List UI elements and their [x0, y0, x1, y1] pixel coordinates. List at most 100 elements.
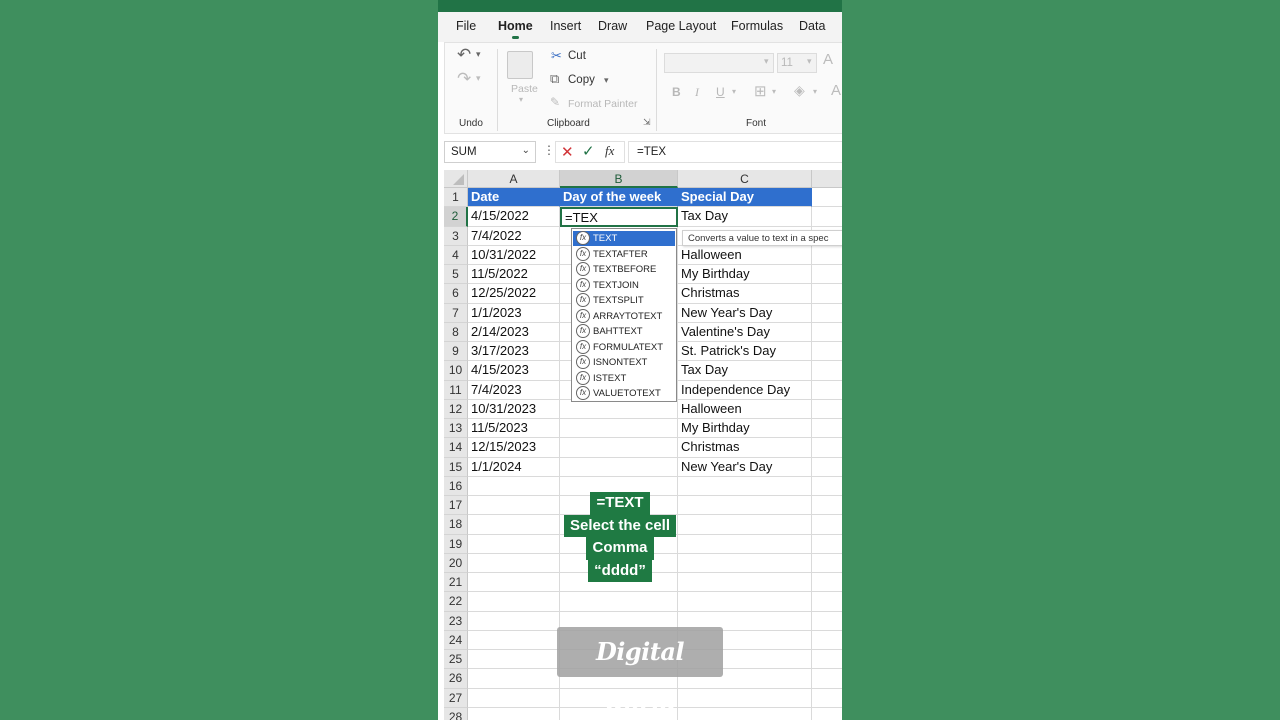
- autocomplete-item[interactable]: fx TEXTJOIN: [573, 277, 675, 293]
- column-header-a[interactable]: A: [468, 170, 560, 188]
- empty-cell[interactable]: [812, 361, 842, 381]
- row-header[interactable]: 8: [444, 322, 468, 342]
- empty-cell[interactable]: [812, 612, 842, 631]
- empty-cell[interactable]: [468, 476, 560, 496]
- format-painter-button[interactable]: Format Painter: [568, 98, 637, 110]
- row-header[interactable]: 6: [444, 284, 468, 304]
- empty-cell[interactable]: [812, 207, 842, 227]
- table-cell[interactable]: Christmas: [678, 438, 812, 458]
- empty-cell[interactable]: [468, 630, 560, 650]
- column-header-b[interactable]: B: [560, 170, 678, 188]
- font-color-icon[interactable]: A: [831, 82, 841, 99]
- table-cell[interactable]: Christmas: [678, 284, 812, 304]
- table-cell[interactable]: 10/31/2023: [468, 399, 560, 419]
- format-painter-icon[interactable]: ✎: [550, 95, 560, 109]
- empty-cell[interactable]: [812, 304, 842, 323]
- font-name-box[interactable]: [664, 53, 774, 73]
- redo-icon[interactable]: ↷: [457, 69, 471, 89]
- tab-data[interactable]: Data: [799, 19, 825, 33]
- empty-cell[interactable]: [812, 496, 842, 516]
- empty-cell[interactable]: [812, 592, 842, 612]
- row-header[interactable]: 1: [444, 188, 468, 208]
- row-header[interactable]: 21: [444, 573, 468, 593]
- row-header[interactable]: 23: [444, 611, 468, 631]
- row-header[interactable]: 28: [444, 707, 468, 720]
- empty-cell[interactable]: [812, 246, 842, 265]
- table-cell[interactable]: 1/1/2023: [468, 303, 560, 323]
- row-header[interactable]: 10: [444, 361, 468, 381]
- table-cell[interactable]: 12/15/2023: [468, 438, 560, 458]
- tab-draw[interactable]: Draw: [598, 19, 627, 33]
- tab-file[interactable]: File: [456, 19, 476, 33]
- empty-cell[interactable]: [468, 534, 560, 554]
- empty-cell[interactable]: [812, 669, 842, 689]
- cancel-icon[interactable]: ✕: [561, 143, 574, 161]
- header-cell[interactable]: Day of the week: [560, 188, 678, 208]
- autocomplete-item[interactable]: fx ISTEXT: [573, 370, 675, 386]
- cut-icon[interactable]: ✂: [551, 48, 562, 64]
- row-header[interactable]: 19: [444, 534, 468, 554]
- row-header[interactable]: 4: [444, 245, 468, 265]
- table-cell[interactable]: [560, 438, 678, 458]
- tab-insert[interactable]: Insert: [550, 19, 581, 33]
- table-cell[interactable]: 7/4/2022: [468, 226, 560, 246]
- header-cell[interactable]: Date: [468, 188, 560, 208]
- empty-cell[interactable]: [678, 476, 812, 496]
- row-header[interactable]: 15: [444, 457, 468, 477]
- italic-button[interactable]: I: [695, 85, 699, 100]
- empty-cell[interactable]: [468, 592, 560, 612]
- empty-cell[interactable]: [678, 534, 812, 554]
- autocomplete-item[interactable]: fx TEXTAFTER: [573, 246, 675, 262]
- undo-icon[interactable]: ↶: [457, 45, 471, 65]
- empty-cell[interactable]: [678, 688, 812, 708]
- autocomplete-item[interactable]: fx ISNONTEXT: [573, 355, 675, 370]
- redo-dropdown-icon[interactable]: ▾: [476, 73, 481, 84]
- table-cell[interactable]: Valentine's Day: [678, 322, 812, 342]
- empty-cell[interactable]: [812, 554, 842, 573]
- undo-dropdown-icon[interactable]: ▾: [476, 49, 481, 60]
- empty-cell[interactable]: [678, 496, 812, 516]
- table-cell[interactable]: [560, 399, 678, 419]
- row-header[interactable]: 17: [444, 496, 468, 516]
- empty-cell[interactable]: [812, 284, 842, 304]
- row-header[interactable]: 9: [444, 342, 468, 362]
- empty-cell[interactable]: [678, 592, 812, 612]
- row-header[interactable]: 13: [444, 419, 468, 439]
- empty-cell[interactable]: [812, 419, 842, 439]
- table-cell[interactable]: [560, 457, 678, 477]
- underline-dropdown-icon[interactable]: ▾: [732, 87, 736, 96]
- autocomplete-item[interactable]: fx VALUETOTEXT: [573, 386, 675, 401]
- row-header[interactable]: 3: [444, 226, 468, 246]
- autocomplete-item[interactable]: fx BAHTTEXT: [573, 324, 675, 339]
- empty-cell[interactable]: [468, 553, 560, 573]
- empty-cell[interactable]: [812, 573, 842, 593]
- table-cell[interactable]: Tax Day: [678, 207, 812, 227]
- empty-cell[interactable]: [468, 650, 560, 670]
- table-cell[interactable]: 4/15/2022: [468, 207, 560, 227]
- active-cell[interactable]: =TEX: [560, 207, 678, 227]
- column-header-d[interactable]: [812, 170, 842, 188]
- tab-page-layout[interactable]: Page Layout: [646, 19, 716, 33]
- row-header[interactable]: 5: [444, 265, 468, 285]
- insert-function-button[interactable]: fx: [605, 143, 614, 159]
- empty-cell[interactable]: [468, 669, 560, 689]
- clipboard-launcher-icon[interactable]: ⇲: [643, 117, 651, 128]
- table-cell[interactable]: Halloween: [678, 245, 812, 265]
- empty-cell[interactable]: [812, 477, 842, 496]
- empty-cell[interactable]: [812, 381, 842, 400]
- borders-dropdown-icon[interactable]: ▾: [772, 87, 776, 96]
- empty-cell[interactable]: [468, 515, 560, 535]
- font-name-dropdown-icon[interactable]: ▾: [764, 56, 769, 67]
- empty-cell[interactable]: [812, 400, 842, 419]
- row-header[interactable]: 25: [444, 650, 468, 670]
- row-header[interactable]: 11: [444, 380, 468, 400]
- table-cell[interactable]: 10/31/2022: [468, 245, 560, 265]
- copy-icon[interactable]: ⧉: [550, 71, 559, 87]
- table-cell[interactable]: New Year's Day: [678, 303, 812, 323]
- empty-cell[interactable]: [812, 265, 842, 285]
- bold-button[interactable]: B: [672, 85, 681, 99]
- empty-cell[interactable]: [468, 496, 560, 516]
- paste-button[interactable]: Paste: [511, 83, 538, 95]
- empty-cell[interactable]: [812, 535, 842, 554]
- fill-color-dropdown-icon[interactable]: ▾: [813, 87, 817, 96]
